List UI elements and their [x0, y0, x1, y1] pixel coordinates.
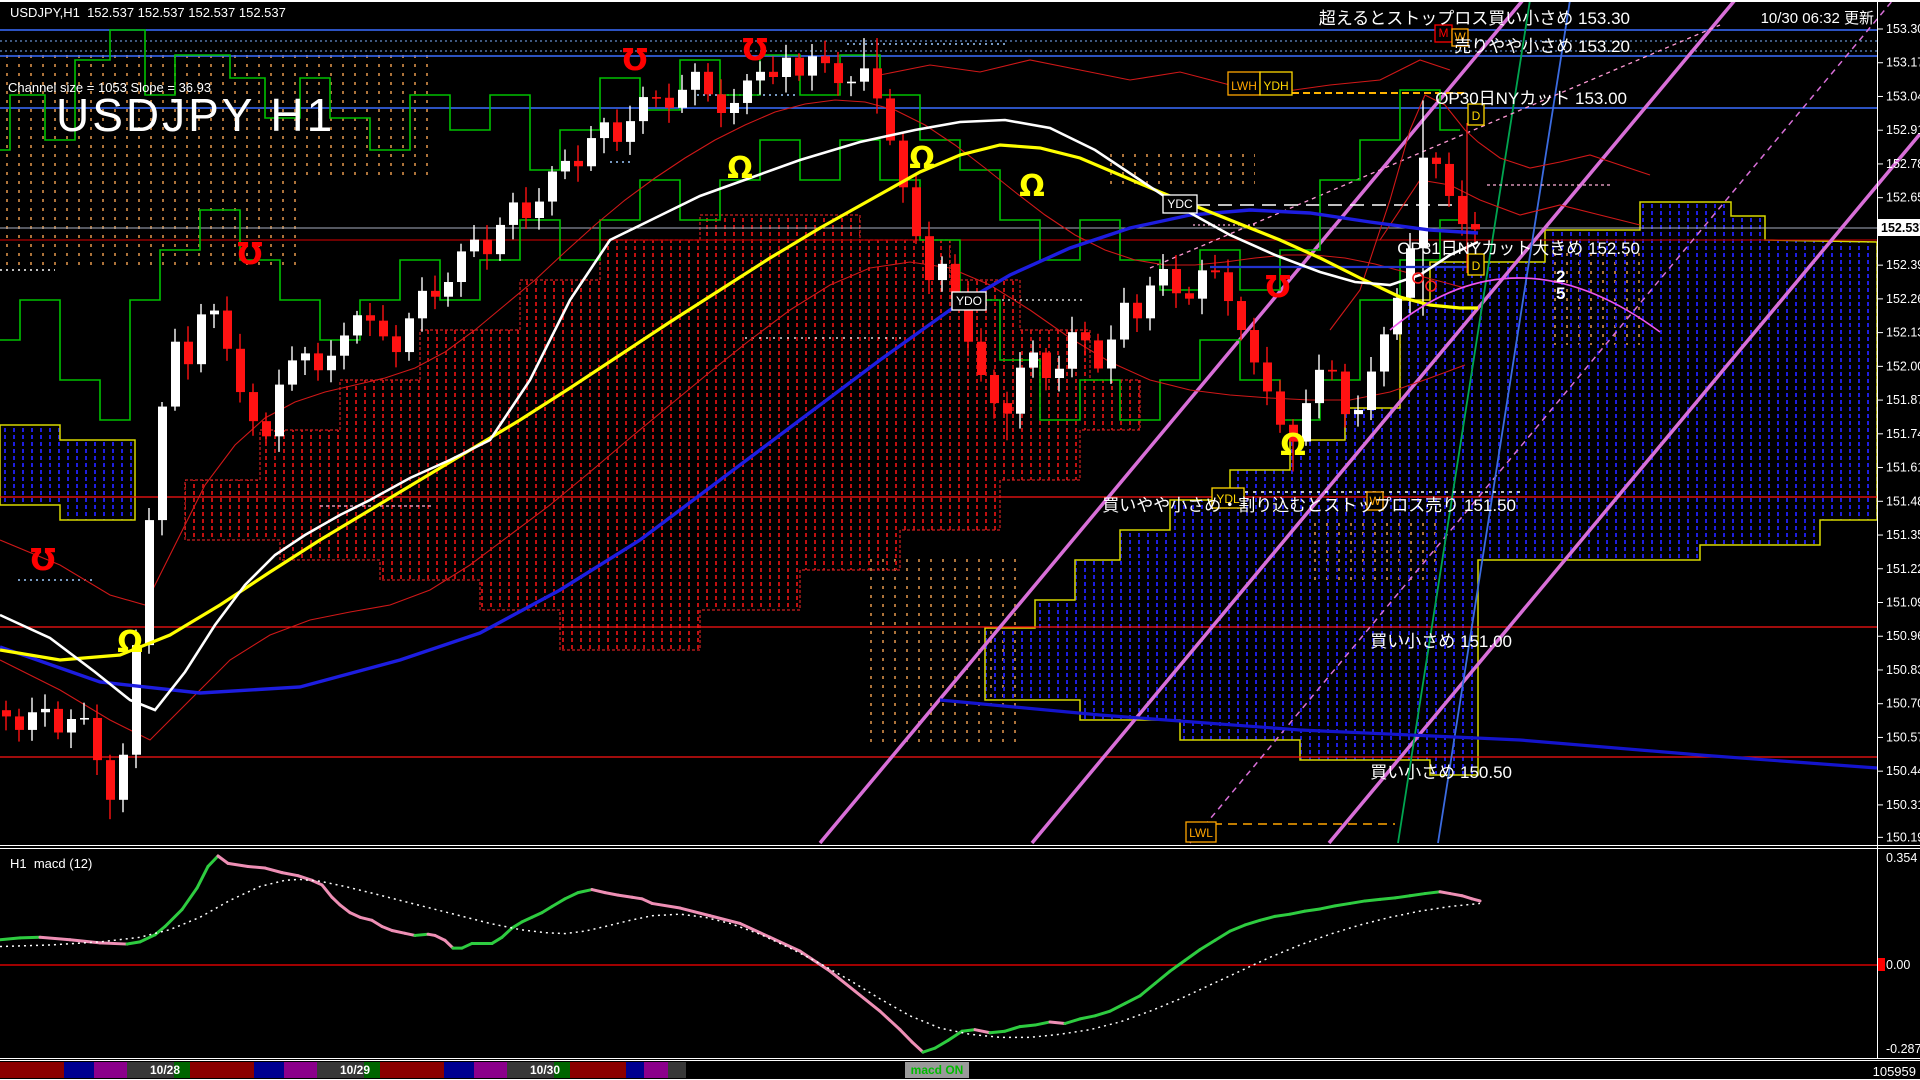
- session-segment: [644, 1062, 668, 1078]
- svg-text:YDC: YDC: [1167, 197, 1193, 211]
- red-omega-marker-icon: Ω: [742, 30, 768, 65]
- yellow-omega-marker-icon: Ω: [727, 151, 753, 186]
- chart-watermark-title: USDJPY H1: [56, 88, 335, 142]
- price-tick-label: 152.655: [1886, 191, 1920, 205]
- price-tick-label: 151.615: [1886, 461, 1920, 475]
- yellow-omega-marker-icon: Ω: [1019, 169, 1045, 204]
- trading-chart-window: ΩΩΩΩΩΩΩΩΩΩLWHYDHMWDDYDCYDOYDLWLWL25超えるとス…: [0, 0, 1920, 1080]
- session-segment: [570, 1062, 626, 1078]
- price-tick-label: 151.485: [1886, 494, 1920, 508]
- level-annotation[interactable]: 売りやや小さめ 153.20: [1454, 37, 1630, 56]
- price-tick-label: 150.315: [1886, 798, 1920, 812]
- price-tick-label: 153.175: [1886, 56, 1920, 70]
- price-tick-label: 151.095: [1886, 595, 1920, 609]
- svg-text:D: D: [1472, 259, 1481, 273]
- price-tick-label: 152.785: [1886, 157, 1920, 171]
- price-tick-label: 150.965: [1886, 629, 1920, 643]
- price-tick-label: 153.045: [1886, 89, 1920, 103]
- session-segment: [254, 1062, 284, 1078]
- svg-text:M: M: [1439, 26, 1449, 40]
- yellow-omega-marker-icon: Ω: [117, 625, 143, 660]
- price-tick-label: 152.005: [1886, 359, 1920, 373]
- session-segment: [668, 1062, 686, 1078]
- yellow-omega-marker-icon: Ω: [909, 141, 935, 176]
- level-annotation[interactable]: OP30日NYカット 153.00: [1435, 89, 1627, 108]
- level-annotation[interactable]: 買いやや小さめ・割り込むとストップロス売り 151.50: [1102, 496, 1516, 515]
- level-annotation[interactable]: OP31日NYカット大きめ 152.50: [1397, 239, 1640, 258]
- svg-text:LWH: LWH: [1231, 79, 1257, 93]
- session-segment: [64, 1062, 94, 1078]
- macd-panel: 0.354 0.00 -0.287: [0, 851, 1920, 1056]
- price-tick-label: 153.305: [1886, 22, 1920, 36]
- session-segment: [0, 1062, 64, 1078]
- tick-counter: 105959: [1873, 1064, 1916, 1079]
- macd-scale-label: 0.00: [1886, 958, 1910, 972]
- svg-text:D: D: [1472, 109, 1481, 123]
- macd-toggle-button[interactable]: macd ON: [905, 1062, 969, 1078]
- price-axis-border: [1877, 0, 1878, 1058]
- session-segment: [284, 1062, 317, 1078]
- window-top-border: [0, 0, 1920, 2]
- red-omega-marker-icon: Ω: [237, 234, 263, 269]
- session-segment: [94, 1062, 127, 1078]
- svg-text:YDO: YDO: [956, 294, 982, 308]
- timeline-separator: [0, 1058, 1920, 1059]
- date-label-10-29: 10/29: [340, 1063, 370, 1077]
- session-segment: [626, 1062, 644, 1078]
- current-price-value: 152.537: [1881, 221, 1920, 235]
- panel-separator: [0, 848, 1920, 849]
- red-omega-marker-icon: Ω: [622, 40, 648, 75]
- price-tick-label: 152.265: [1886, 292, 1920, 306]
- svg-text:LWL: LWL: [1189, 826, 1213, 840]
- price-tick-label: 150.445: [1886, 764, 1920, 778]
- macd-indicator-label: H1 macd (12): [10, 856, 92, 871]
- macd-scale-label: -0.287: [1886, 1042, 1920, 1056]
- timeline-separator: [0, 1060, 1920, 1061]
- session-segment: [190, 1062, 254, 1078]
- panel-separator: [0, 845, 1920, 846]
- price-tick-label: 150.190: [1886, 830, 1920, 844]
- yellow-omega-marker-icon: Ω: [1280, 428, 1306, 463]
- symbol-ohlc-readout: USDJPY,H1 152.537 152.537 152.537 152.53…: [10, 5, 286, 20]
- price-tick-label: 150.705: [1886, 697, 1920, 711]
- price-tick-label: 152.395: [1886, 258, 1920, 272]
- price-tick-label: 152.135: [1886, 326, 1920, 340]
- level-annotation[interactable]: 買い小さめ 150.50: [1370, 763, 1512, 782]
- last-update-timestamp: 10/30 06:32 更新: [1761, 7, 1874, 28]
- red-omega-marker-icon: Ω: [1265, 267, 1291, 302]
- date-label-10-28: 10/28: [150, 1063, 180, 1077]
- chart-canvas: ΩΩΩΩΩΩΩΩΩΩLWHYDHMWDDYDCYDOYDLWLWL25超えるとス…: [0, 0, 1920, 1080]
- date-label-10-30: 10/30: [530, 1063, 560, 1077]
- side-digit: 5: [1556, 284, 1565, 303]
- session-segment: [380, 1062, 444, 1078]
- price-tick-label: 150.575: [1886, 730, 1920, 744]
- red-omega-marker-icon: Ω: [30, 540, 56, 575]
- price-tick-label: 151.875: [1886, 393, 1920, 407]
- session-segment: [474, 1062, 507, 1078]
- session-segment: [444, 1062, 474, 1078]
- price-tick-label: 151.745: [1886, 427, 1920, 441]
- svg-text:YDH: YDH: [1263, 79, 1288, 93]
- price-tick-label: 151.355: [1886, 528, 1920, 542]
- level-annotation[interactable]: 超えるとストップロス買い小さめ 153.30: [1319, 9, 1630, 28]
- price-tick-label: 152.915: [1886, 123, 1920, 137]
- price-axis: 153.305 153.175 153.045 152.915 152.785 152.6…: [1877, 22, 1920, 844]
- macd-scale-label: 0.354: [1886, 851, 1917, 865]
- level-annotation[interactable]: 買い小さめ 151.00: [1370, 632, 1512, 651]
- price-tick-label: 151.225: [1886, 562, 1920, 576]
- price-tick-label: 150.835: [1886, 663, 1920, 677]
